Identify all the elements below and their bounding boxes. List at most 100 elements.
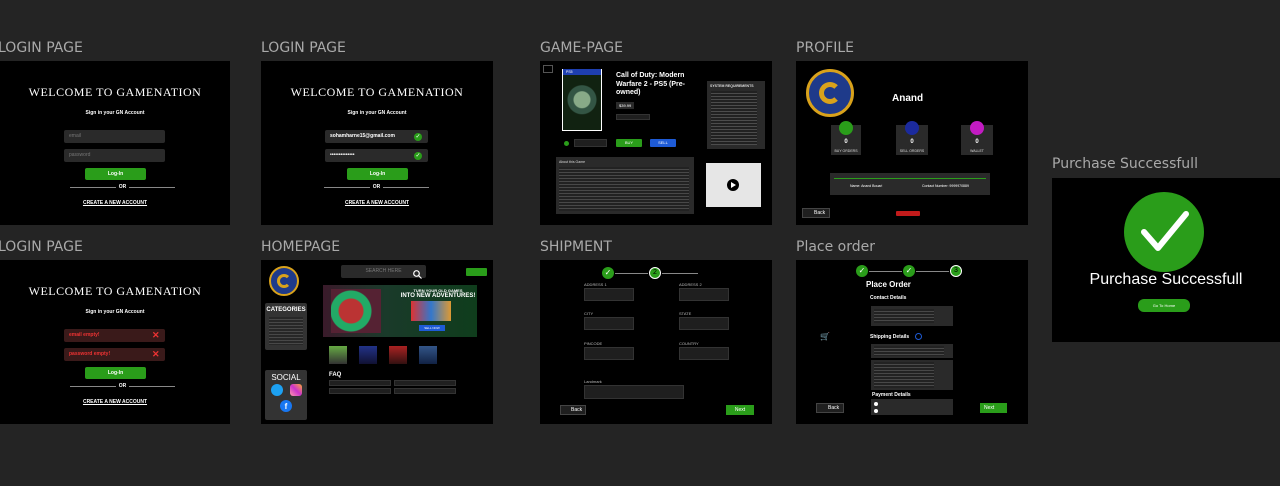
game-thumb[interactable] <box>389 346 407 364</box>
cover-art <box>563 75 601 130</box>
sell-orders-card[interactable]: 0 SELL ORDERS <box>896 121 928 155</box>
faq-item[interactable] <box>329 388 391 394</box>
landmark-label: Landmark <box>584 379 602 384</box>
categories-heading: CATEGORIES <box>266 307 306 313</box>
quantity-field[interactable] <box>574 139 607 147</box>
faq-heading: FAQ <box>329 372 342 378</box>
success-check-icon <box>1124 192 1204 272</box>
faq-item[interactable] <box>394 380 456 386</box>
create-account-link[interactable]: CREATE A NEW ACCOUNT <box>0 200 230 206</box>
twitter-icon[interactable] <box>271 384 283 396</box>
wallet-icon <box>970 121 984 135</box>
play-icon[interactable] <box>727 179 739 191</box>
shipping-heading: Shipping Details <box>870 334 910 340</box>
edit-icon[interactable] <box>915 333 922 340</box>
frame-label-login-filled: LOGIN PAGE <box>261 40 346 56</box>
payment-radio[interactable] <box>874 402 878 406</box>
login-button[interactable]: Log-In <box>85 168 146 180</box>
step-2-done: ✓ <box>903 265 915 277</box>
game-title: Call of Duty: Modern Warfare 2 - PS5 (Pr… <box>616 72 685 96</box>
check-icon: ✓ <box>414 133 422 141</box>
social-heading: SOCIAL <box>271 373 301 382</box>
address1-input[interactable] <box>584 288 634 301</box>
login-filled-frame: WELCOME TO GAMENATION Sign in your GN Ac… <box>261 61 493 225</box>
country-label: COUNTRY <box>679 341 699 346</box>
wallet-card[interactable]: 0 WALLET <box>961 121 993 155</box>
login-button[interactable]: Log-In <box>85 367 146 379</box>
cart-button[interactable] <box>466 268 487 276</box>
faq-item[interactable] <box>329 380 391 386</box>
video-player[interactable] <box>706 163 761 207</box>
go-home-button[interactable]: Go To Home <box>1138 299 1190 312</box>
faq-item[interactable] <box>394 388 456 394</box>
country-input[interactable] <box>679 347 729 360</box>
back-button[interactable]: Back <box>560 405 586 415</box>
info-divider <box>834 178 986 179</box>
buy-button[interactable]: BUY <box>616 139 642 147</box>
step-connector <box>615 273 648 274</box>
city-label: CITY <box>584 311 594 316</box>
promo-banner[interactable]: TURN YOUR OLD GAMES INTO NEW ADVENTURES!… <box>323 285 477 337</box>
address2-input[interactable] <box>679 288 729 301</box>
landmark-input[interactable] <box>584 385 684 399</box>
categories-panel: CATEGORIES <box>265 303 307 350</box>
about-heading: About this Game <box>559 160 586 164</box>
info-contact: Contact Number: 9999970889 <box>922 184 969 188</box>
payment-radio[interactable] <box>874 409 878 413</box>
city-input[interactable] <box>584 317 634 330</box>
address1-label: ADDRESS 1 <box>584 282 607 287</box>
create-account-link[interactable]: CREATE A NEW ACCOUNT <box>0 399 230 405</box>
game-thumb[interactable] <box>359 346 377 364</box>
contact-heading: Contact Details <box>870 295 907 301</box>
check-icon: ✓ <box>414 152 422 160</box>
sell-orders-label: SELL ORDERS <box>899 149 925 153</box>
login-error-frame: WELCOME TO GAMENATION Sign in your GN Ac… <box>0 260 230 424</box>
buy-orders-icon <box>839 121 853 135</box>
items-card <box>871 360 953 390</box>
pincode-input[interactable] <box>584 347 634 360</box>
back-arrow-icon[interactable] <box>543 65 553 73</box>
sell-button[interactable]: SELL <box>650 139 676 147</box>
wallet-label: WALLET <box>970 149 984 153</box>
password-field[interactable]: password <box>64 149 165 162</box>
wallet-value: 0 <box>975 139 979 145</box>
condition-select[interactable] <box>616 114 650 120</box>
frame-label-game: GAME-PAGE <box>540 40 623 56</box>
or-divider: OR <box>324 184 429 191</box>
sell-now-button[interactable]: SELL NOW <box>419 325 445 331</box>
place-order-frame: ✓ ✓ 3 Place Order Contact Details 🛒 Ship… <box>796 260 1028 424</box>
login-subtitle: Sign in your GN Account <box>347 110 407 116</box>
profile-info-card: Name: Anand Bouari Contact Number: 99999… <box>830 173 990 195</box>
search-icon[interactable] <box>413 266 422 279</box>
back-button[interactable]: Back <box>816 403 844 413</box>
frame-label-login-error: LOGIN PAGE <box>0 239 83 255</box>
next-button[interactable]: Next <box>726 405 754 415</box>
buy-orders-card[interactable]: 0 BUY ORDERS <box>831 121 861 155</box>
game-cover: PS5 <box>562 69 602 131</box>
shipment-frame: ✓ 2 ADDRESS 1 ADDRESS 2 CITY STATE PINCO… <box>540 260 772 424</box>
step-2-current: 2 <box>649 267 661 279</box>
frame-label-login: LOGIN PAGE <box>0 40 83 56</box>
email-field[interactable]: email <box>64 130 165 143</box>
login-button[interactable]: Log-In <box>347 168 408 180</box>
success-frame: Purchase Successfull Go To Home <box>1052 178 1280 342</box>
next-button[interactable]: Next <box>980 403 1007 413</box>
password-field[interactable]: •••••••••••••• <box>325 149 428 162</box>
payment-card <box>871 399 953 415</box>
create-account-link[interactable]: CREATE A NEW ACCOUNT <box>261 200 493 206</box>
instagram-icon[interactable] <box>290 384 302 396</box>
banner-games <box>411 301 451 321</box>
login-title: WELCOME TO GAMENATION <box>28 85 202 99</box>
step-1-done: ✓ <box>602 267 614 279</box>
login-frame: WELCOME TO GAMENATION Sign in your GN Ac… <box>0 61 230 225</box>
facebook-icon[interactable]: f <box>280 400 292 412</box>
game-thumb[interactable] <box>419 346 437 364</box>
back-button[interactable]: Back <box>802 208 830 218</box>
email-field-error[interactable]: email empty! <box>64 329 165 342</box>
logout-button[interactable] <box>896 211 920 216</box>
password-field-error[interactable]: password empty! <box>64 348 165 361</box>
email-field[interactable]: sohamharne15@gmail.com <box>325 130 428 143</box>
game-thumb[interactable] <box>329 346 347 364</box>
state-input[interactable] <box>679 317 729 330</box>
success-message: Purchase Successfull <box>1089 271 1243 288</box>
